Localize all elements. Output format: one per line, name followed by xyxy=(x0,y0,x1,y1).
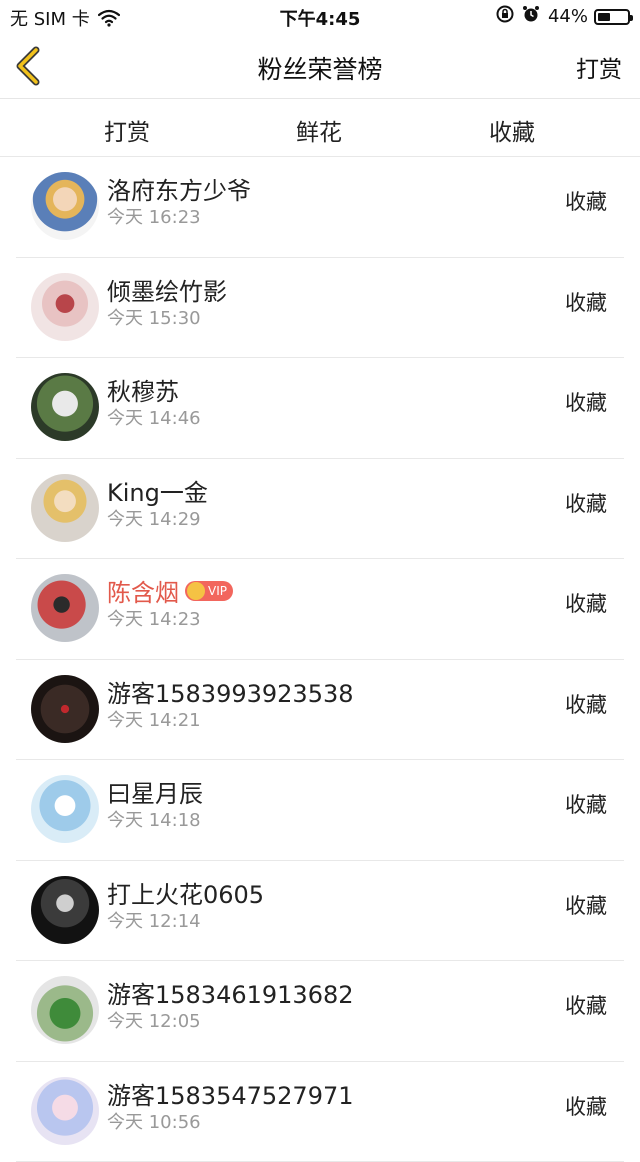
list-item[interactable]: 曰星月辰今天 14:18 收藏 xyxy=(0,760,640,861)
list-item[interactable]: 倾墨绘竹影今天 15:30 收藏 xyxy=(0,258,640,359)
action-label: 收藏 xyxy=(565,488,607,518)
avatar[interactable] xyxy=(31,172,99,240)
vip-badge: VIP xyxy=(185,581,233,601)
tab-favorites[interactable]: 收藏 xyxy=(432,113,592,147)
avatar[interactable] xyxy=(31,373,99,441)
alarm-icon xyxy=(522,5,540,28)
avatar[interactable] xyxy=(31,976,99,1044)
tab-flowers[interactable]: 鲜花 xyxy=(239,113,399,147)
avatar[interactable] xyxy=(31,876,99,944)
list-item[interactable]: 打上火花0605今天 12:14 收藏 xyxy=(0,861,640,962)
status-bar-right: 44% xyxy=(496,5,630,28)
list-item[interactable]: 游客1583547527971今天 10:56 收藏 xyxy=(0,1062,640,1162)
user-name-text: 游客1583461913682 xyxy=(107,975,354,1010)
action-label: 收藏 xyxy=(565,1091,607,1121)
list-item[interactable]: King一金今天 14:29 收藏 xyxy=(0,459,640,560)
avatar[interactable] xyxy=(31,675,99,743)
avatar[interactable] xyxy=(31,574,99,642)
user-name-text: 打上火花0605 xyxy=(107,875,264,910)
avatar[interactable] xyxy=(31,474,99,542)
user-name: 倾墨绘竹影 xyxy=(107,272,227,307)
user-name-text: 游客1583993923538 xyxy=(107,674,354,709)
reward-button[interactable]: 打赏 xyxy=(576,50,622,84)
status-bar: 无 SIM 卡 下午4:45 44 xyxy=(0,0,640,34)
timestamp: 今天 14:18 xyxy=(107,806,201,832)
user-name-text: King一金 xyxy=(107,473,208,508)
user-name: 游客1583547527971 xyxy=(107,1076,354,1111)
vip-label: VIP xyxy=(208,584,227,598)
user-name: 洛府东方少爷 xyxy=(107,171,251,206)
avatar[interactable] xyxy=(31,1077,99,1145)
tab-bar: 打赏 鲜花 收藏 xyxy=(0,99,640,157)
timestamp: 今天 15:30 xyxy=(107,304,201,330)
timestamp: 今天 16:23 xyxy=(107,203,201,229)
orientation-lock-icon xyxy=(496,5,514,28)
user-name-text: 曰星月辰 xyxy=(107,774,203,809)
timestamp: 今天 10:56 xyxy=(107,1108,201,1134)
action-label: 收藏 xyxy=(565,287,607,317)
battery-fill xyxy=(598,13,610,21)
user-name-text: 游客1583547527971 xyxy=(107,1076,354,1111)
action-label: 收藏 xyxy=(565,387,607,417)
action-label: 收藏 xyxy=(565,689,607,719)
action-label: 收藏 xyxy=(565,789,607,819)
action-label: 收藏 xyxy=(565,588,607,618)
user-name: 游客1583993923538 xyxy=(107,674,354,709)
fan-list: 洛府东方少爷今天 16:23收藏倾墨绘竹影今天 15:30收藏秋穆苏今天 14:… xyxy=(0,157,640,1162)
user-name: 秋穆苏 xyxy=(107,372,179,407)
list-item[interactable]: 洛府东方少爷今天 16:23 收藏 xyxy=(0,157,640,258)
page-title: 粉丝荣誉榜 xyxy=(0,50,640,86)
timestamp: 今天 14:46 xyxy=(107,404,201,430)
list-item[interactable]: 陈含烟 VIP 今天 14:23 收藏 xyxy=(0,559,640,660)
list-item[interactable]: 游客1583993923538今天 14:21 收藏 xyxy=(0,660,640,761)
user-name-text: 倾墨绘竹影 xyxy=(107,272,227,307)
user-name-text: 洛府东方少爷 xyxy=(107,171,251,206)
user-name: King一金 xyxy=(107,473,208,508)
timestamp: 今天 14:21 xyxy=(107,706,201,732)
timestamp: 今天 12:05 xyxy=(107,1007,201,1033)
user-name: 游客1583461913682 xyxy=(107,975,354,1010)
user-name-text: 秋穆苏 xyxy=(107,372,179,407)
action-label: 收藏 xyxy=(565,186,607,216)
battery-percent: 44% xyxy=(548,6,588,27)
timestamp: 今天 12:14 xyxy=(107,907,201,933)
list-item[interactable]: 游客1583461913682今天 12:05 收藏 xyxy=(0,961,640,1062)
user-name-text: 陈含烟 xyxy=(107,573,179,608)
user-name: 陈含烟 VIP xyxy=(107,573,233,608)
tab-reward[interactable]: 打赏 xyxy=(47,113,207,147)
list-item[interactable]: 秋穆苏今天 14:46 收藏 xyxy=(0,358,640,459)
user-name: 打上火花0605 xyxy=(107,875,264,910)
avatar[interactable] xyxy=(31,775,99,843)
timestamp: 今天 14:29 xyxy=(107,505,201,531)
timestamp: 今天 14:23 xyxy=(107,605,201,631)
action-label: 收藏 xyxy=(565,890,607,920)
action-label: 收藏 xyxy=(565,990,607,1020)
crown-icon xyxy=(187,582,205,600)
avatar[interactable] xyxy=(31,273,99,341)
nav-bar: 粉丝荣誉榜 打赏 xyxy=(0,34,640,99)
battery-icon xyxy=(594,9,630,25)
user-name: 曰星月辰 xyxy=(107,774,203,809)
